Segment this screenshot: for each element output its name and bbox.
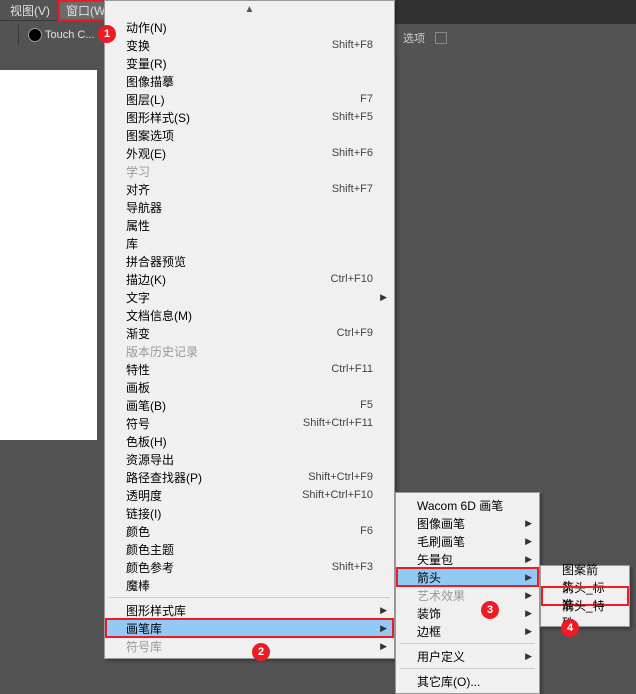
menu-image-trace[interactable]: 图像描摹 <box>106 72 393 90</box>
brush-preview-icon[interactable] <box>28 28 42 42</box>
menu-brush-lib[interactable]: 画笔库▶ <box>106 619 393 637</box>
sub-image-brush[interactable]: 图像画笔▶ <box>397 514 538 532</box>
arrows-submenu: 图案箭头 箭头_标准 箭头_特殊 <box>540 565 630 627</box>
chevron-right-icon: ▶ <box>525 608 532 619</box>
menu-history: 版本历史记录 <box>106 342 393 360</box>
menu-pattern-options[interactable]: 图案选项 <box>106 126 393 144</box>
annotation-marker-4: 4 <box>561 619 579 637</box>
menu-color-guide[interactable]: 颜色参考Shift+F3 <box>106 558 393 576</box>
menu-links[interactable]: 链接(I) <box>106 504 393 522</box>
menu-transparency[interactable]: 透明度Shift+Ctrl+F10 <box>106 486 393 504</box>
brush-name: Touch C... <box>45 29 95 41</box>
sub-bristle[interactable]: 毛刷画笔▶ <box>397 532 538 550</box>
scroll-up-icon[interactable]: ▲ <box>106 4 393 18</box>
menu-learning: 学习 <box>106 162 393 180</box>
menu-color[interactable]: 颜色F6 <box>106 522 393 540</box>
divider <box>18 25 19 45</box>
menu-gradient[interactable]: 渐变Ctrl+F9 <box>106 324 393 342</box>
sub-user-defined[interactable]: 用户定义▶ <box>397 647 538 665</box>
menu-symbol-lib[interactable]: 符号库▶ <box>106 637 393 655</box>
chevron-right-icon: ▶ <box>380 623 387 634</box>
menu-align[interactable]: 对齐Shift+F7 <box>106 180 393 198</box>
menu-color-themes[interactable]: 颜色主题 <box>106 540 393 558</box>
chevron-right-icon: ▶ <box>525 554 532 565</box>
menu-transform[interactable]: 变换Shift+F8 <box>106 36 393 54</box>
menu-layers[interactable]: 图层(L)F7 <box>106 90 393 108</box>
menu-swatches[interactable]: 色板(H) <box>106 432 393 450</box>
menu-symbols[interactable]: 符号Shift+Ctrl+F11 <box>106 414 393 432</box>
menu-type[interactable]: 文字▶ <box>106 288 393 306</box>
annotation-marker-2: 2 <box>252 643 270 661</box>
menu-stroke[interactable]: 描边(K)Ctrl+F10 <box>106 270 393 288</box>
menu-view[interactable]: 视图(V) <box>2 0 58 21</box>
menu-attributes[interactable]: 属性 <box>106 216 393 234</box>
chevron-right-icon: ▶ <box>380 292 387 303</box>
menu-actions[interactable]: 动作(N) <box>106 18 393 36</box>
sub-border[interactable]: 边框▶ <box>397 622 538 640</box>
chevron-right-icon: ▶ <box>525 626 532 637</box>
menu-magic-wand[interactable]: 魔棒 <box>106 576 393 594</box>
chevron-right-icon: ▶ <box>525 590 532 601</box>
chevron-right-icon: ▶ <box>380 605 387 616</box>
sub2-special-arrows[interactable]: 箭头_特殊 <box>542 605 628 623</box>
sub-arrows[interactable]: 箭头▶ <box>397 568 538 586</box>
separator <box>400 643 535 644</box>
options-icon[interactable] <box>435 32 447 44</box>
sub-other-lib[interactable]: 其它库(O)... <box>397 672 538 690</box>
menu-graphic-style-lib[interactable]: 图形样式库▶ <box>106 601 393 619</box>
sub-vector-pack[interactable]: 矢量包▶ <box>397 550 538 568</box>
chevron-right-icon: ▶ <box>525 518 532 529</box>
top-area <box>395 0 636 24</box>
brush-library-submenu: Wacom 6D 画笔 图像画笔▶ 毛刷画笔▶ 矢量包▶ 箭头▶ 艺术效果▶ 装… <box>395 492 540 694</box>
menu-properties[interactable]: 特性Ctrl+F11 <box>106 360 393 378</box>
window-menu-dropdown: ▲ 动作(N) 变换Shift+F8 变量(R) 图像描摹 图层(L)F7 图形… <box>104 0 395 659</box>
canvas <box>0 70 97 440</box>
sub-art-effects[interactable]: 艺术效果▶ <box>397 586 538 604</box>
sub-decorative[interactable]: 装饰▶ <box>397 604 538 622</box>
annotation-marker-3: 3 <box>481 601 499 619</box>
options-label: 选项 <box>403 30 425 46</box>
menu-graphic-styles[interactable]: 图形样式(S)Shift+F5 <box>106 108 393 126</box>
chevron-right-icon: ▶ <box>525 651 532 662</box>
menu-pathfinder[interactable]: 路径查找器(P)Shift+Ctrl+F9 <box>106 468 393 486</box>
menu-flattener[interactable]: 拼合器预览 <box>106 252 393 270</box>
menu-library[interactable]: 库 <box>106 234 393 252</box>
menu-appearance[interactable]: 外观(E)Shift+F6 <box>106 144 393 162</box>
sub-wacom[interactable]: Wacom 6D 画笔 <box>397 496 538 514</box>
menu-variables[interactable]: 变量(R) <box>106 54 393 72</box>
annotation-marker-1: 1 <box>98 25 116 43</box>
separator <box>109 597 390 598</box>
menu-asset-export[interactable]: 资源导出 <box>106 450 393 468</box>
menu-navigator[interactable]: 导航器 <box>106 198 393 216</box>
chevron-right-icon: ▶ <box>525 536 532 547</box>
menu-doc-info[interactable]: 文档信息(M) <box>106 306 393 324</box>
menu-artboards[interactable]: 画板 <box>106 378 393 396</box>
menu-brushes[interactable]: 画笔(B)F5 <box>106 396 393 414</box>
options-bar: 选项 <box>395 24 636 52</box>
chevron-right-icon: ▶ <box>525 572 532 583</box>
separator <box>400 668 535 669</box>
chevron-right-icon: ▶ <box>380 641 387 652</box>
